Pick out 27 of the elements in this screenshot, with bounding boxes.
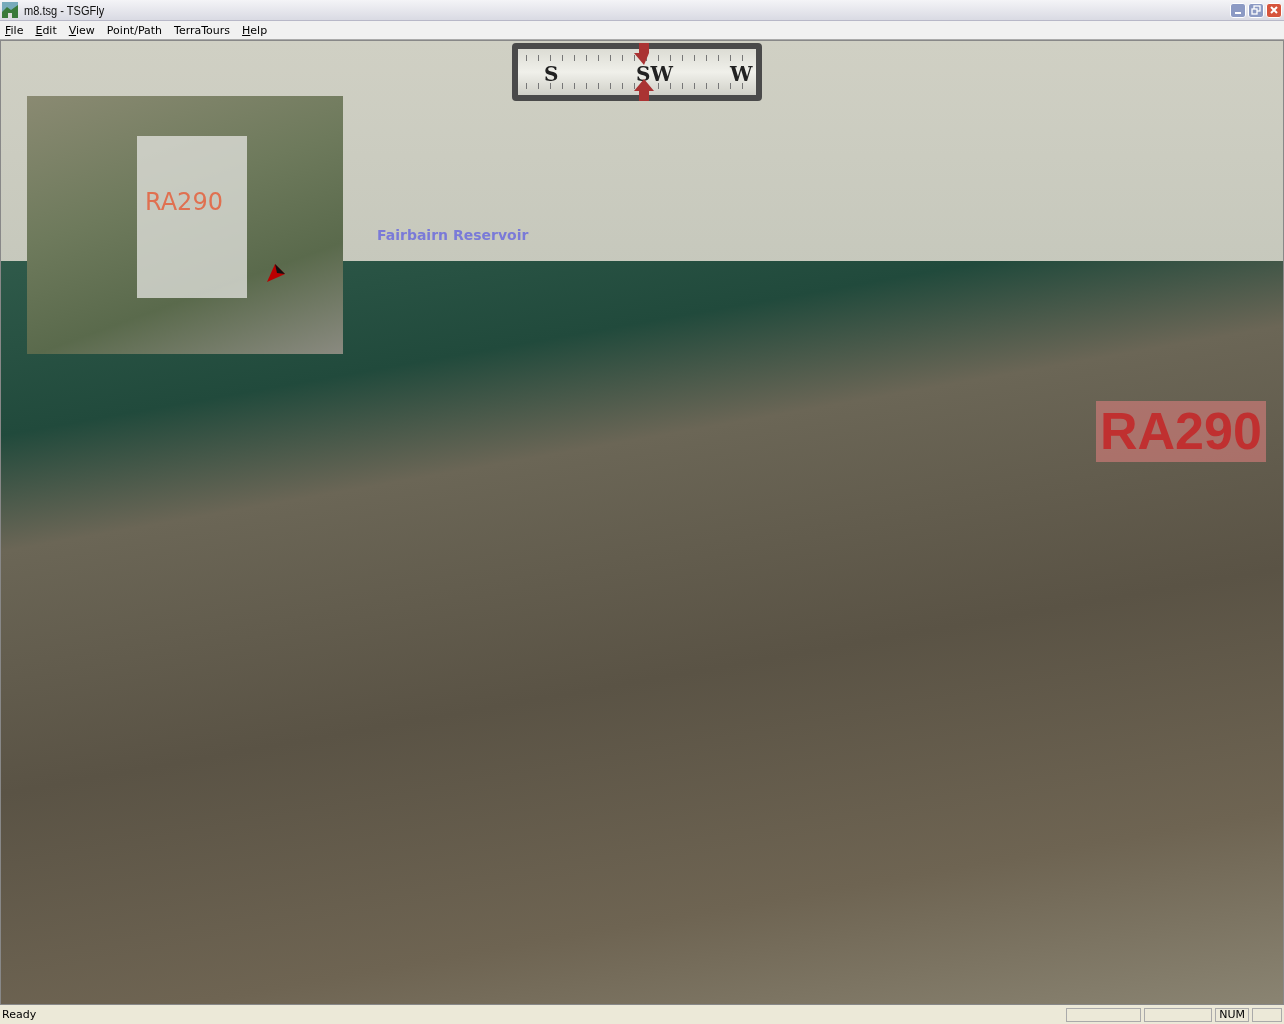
landscape-icon <box>2 2 18 18</box>
minimize-icon <box>1235 12 1241 14</box>
menu-item[interactable]: Point/Path <box>106 23 163 37</box>
status-pane <box>1144 1007 1213 1022</box>
menu-item[interactable]: Edit <box>35 23 57 37</box>
zone-label: RA290 <box>1096 401 1266 463</box>
close-button[interactable] <box>1266 2 1282 18</box>
pointer-icon <box>634 79 654 101</box>
minimize-button[interactable] <box>1230 2 1246 18</box>
restore-button[interactable] <box>1248 2 1264 18</box>
restore-icon <box>1251 5 1261 15</box>
compass-label: SW <box>636 62 673 86</box>
menu-item[interactable]: Help <box>242 23 268 37</box>
close-icon <box>1269 5 1279 15</box>
position-arrow-icon <box>265 262 287 284</box>
terrain-view[interactable]: S SW W RA290 Fairbairn Reservoir RA290 <box>0 40 1284 1005</box>
menu-item[interactable]: View <box>68 23 95 37</box>
status-pane <box>1252 1007 1282 1022</box>
map-label: RA290 <box>145 188 223 216</box>
menu-item[interactable]: File <box>5 23 24 37</box>
menu-item[interactable]: TerraTours <box>174 23 231 37</box>
window-title: m8.tsg - TSGFly <box>24 2 105 18</box>
num-lock-indicator: NUM <box>1215 1007 1249 1022</box>
status-text: Ready <box>2 1008 38 1021</box>
lake-label: Fairbairn Reservoir <box>377 227 529 243</box>
compass-label: W <box>730 62 753 86</box>
compass-label: S <box>544 62 559 86</box>
